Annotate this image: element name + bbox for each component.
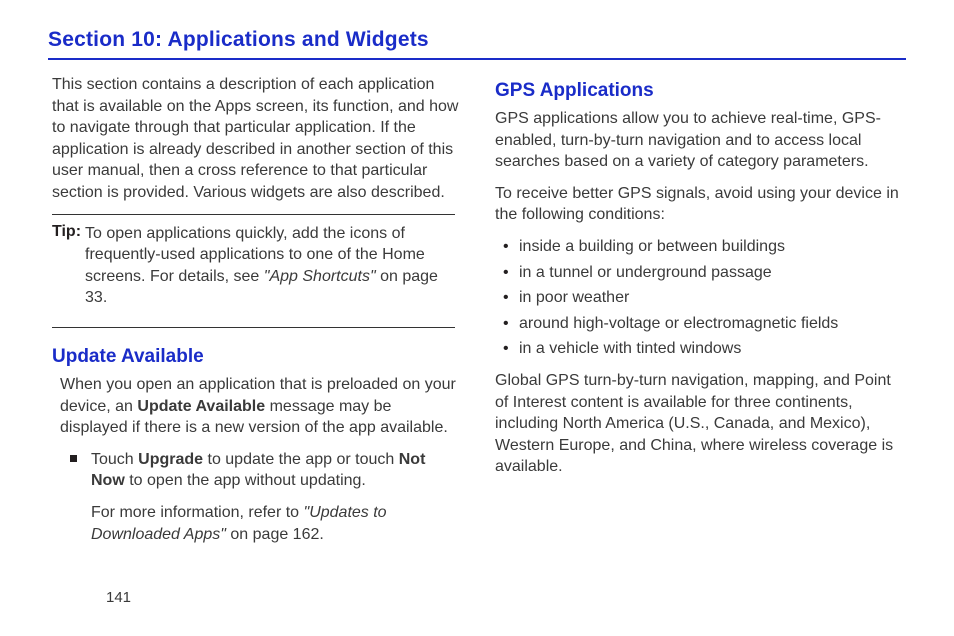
gps-p3: Global GPS turn-by-turn navigation, mapp… xyxy=(495,370,906,478)
update-paragraph: When you open an application that is pre… xyxy=(60,374,459,439)
list-item: inside a building or between buildings xyxy=(503,236,906,258)
step-bold1: Upgrade xyxy=(138,451,203,468)
square-bullet-icon xyxy=(70,455,77,462)
intro-paragraph: This section contains a description of e… xyxy=(52,74,459,204)
step-text: Touch Upgrade to update the app or touch… xyxy=(91,449,459,492)
two-column-layout: This section contains a description of e… xyxy=(48,74,906,561)
tip-ref: "App Shortcuts" xyxy=(264,268,376,285)
list-item: in a vehicle with tinted windows xyxy=(503,338,906,360)
gps-conditions-list: inside a building or between buildings i… xyxy=(503,236,906,360)
update-p1-bold: Update Available xyxy=(137,398,265,415)
more-b: on page 162. xyxy=(226,526,324,543)
update-available-heading: Update Available xyxy=(52,346,459,368)
step-c: to open the app without updating. xyxy=(125,472,366,489)
list-item: in a tunnel or underground passage xyxy=(503,262,906,284)
right-column: GPS Applications GPS applications allow … xyxy=(495,74,906,561)
section-title: Section 10: Applications and Widgets xyxy=(48,28,906,52)
gps-p1: GPS applications allow you to achieve re… xyxy=(495,108,906,173)
manual-page: Section 10: Applications and Widgets Thi… xyxy=(0,0,954,636)
step-item: Touch Upgrade to update the app or touch… xyxy=(70,449,459,555)
left-column: This section contains a description of e… xyxy=(48,74,459,561)
gps-p2: To receive better GPS signals, avoid usi… xyxy=(495,183,906,226)
gps-applications-heading: GPS Applications xyxy=(495,80,906,102)
tip-text: To open applications quickly, add the ic… xyxy=(85,223,455,309)
more-info: For more information, refer to "Updates … xyxy=(91,502,459,545)
list-item: around high-voltage or electromagnetic f… xyxy=(503,313,906,335)
tip-box: Tip: To open applications quickly, add t… xyxy=(52,214,455,328)
more-a: For more information, refer to xyxy=(91,504,304,521)
list-item: in poor weather xyxy=(503,287,906,309)
step-a: Touch xyxy=(91,451,138,468)
page-number: 141 xyxy=(106,589,131,606)
step-b: to update the app or touch xyxy=(203,451,399,468)
tip-label: Tip: xyxy=(52,223,81,319)
title-rule xyxy=(48,58,906,60)
